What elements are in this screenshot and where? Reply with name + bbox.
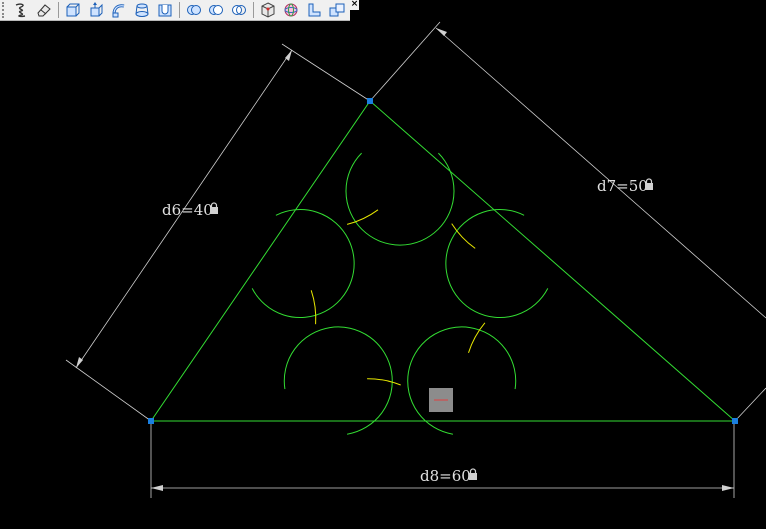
- shell-icon[interactable]: [155, 1, 175, 20]
- inner-arc[interactable]: [346, 209, 379, 225]
- triangle-outline[interactable]: [150, 100, 737, 422]
- d6-extension-line-2: [281, 43, 371, 102]
- d7-extension-line-2: [734, 387, 766, 422]
- dimension-d7[interactable]: [369, 21, 766, 422]
- sweep-icon[interactable]: [109, 1, 129, 20]
- d7-lock-icon: [645, 178, 653, 190]
- dimension-d8[interactable]: [150, 423, 735, 498]
- d6-extension-line-1: [65, 359, 152, 422]
- union-icon[interactable]: [184, 1, 204, 20]
- drawing-canvas[interactable]: d6=40 d7=50 d8=60: [0, 0, 766, 529]
- d6-lock-icon: [210, 202, 218, 214]
- d7-dimension-line: [435, 27, 766, 319]
- toolbar-close-button[interactable]: ×: [350, 0, 359, 10]
- grip-point-left[interactable]: [148, 418, 154, 424]
- cube-view-icon[interactable]: [258, 1, 278, 20]
- toolbar-separator: [57, 2, 59, 18]
- d6-label[interactable]: d6=40: [162, 201, 213, 219]
- d7-arrowhead-1: [436, 28, 447, 36]
- d8-arrowhead-1: [151, 485, 163, 491]
- d7-label[interactable]: d7=50: [597, 177, 648, 195]
- d8-arrowhead-2: [722, 485, 734, 491]
- eraser-icon[interactable]: [34, 1, 54, 20]
- toolbar-separator: [178, 2, 180, 18]
- spring-icon[interactable]: [11, 1, 31, 20]
- inner-arc[interactable]: [451, 223, 476, 249]
- grip-point-apex[interactable]: [367, 98, 373, 104]
- extrude-icon[interactable]: [63, 1, 83, 20]
- revolve-icon[interactable]: [86, 1, 106, 20]
- modeling-toolbar: [0, 0, 350, 21]
- inner-arc[interactable]: [367, 378, 401, 386]
- toolbar-separator: [253, 2, 255, 18]
- petal-arc[interactable]: [345, 152, 455, 246]
- loft-icon[interactable]: [132, 1, 152, 20]
- d8-lock-icon: [469, 468, 477, 480]
- flower-inner-arcs[interactable]: [310, 209, 486, 386]
- section-icon[interactable]: [304, 1, 324, 20]
- center-marker[interactable]: [429, 388, 453, 412]
- sphere-view-icon[interactable]: [281, 1, 301, 20]
- petal-arc[interactable]: [251, 209, 355, 319]
- assembly-icon[interactable]: [327, 1, 347, 20]
- grip-point-right[interactable]: [732, 418, 738, 424]
- inner-arc[interactable]: [310, 290, 317, 325]
- petal-arc[interactable]: [283, 326, 393, 435]
- petal-arc[interactable]: [407, 326, 517, 435]
- dimension-d6[interactable]: [65, 43, 371, 422]
- d8-label[interactable]: d8=60: [420, 467, 471, 485]
- d7-extension-line-1: [369, 21, 441, 102]
- subtract-icon[interactable]: [206, 1, 226, 20]
- intersect-icon[interactable]: [229, 1, 249, 20]
- toolbar-grip[interactable]: [2, 2, 8, 18]
- petal-arc[interactable]: [445, 209, 549, 319]
- flower-petals[interactable]: [251, 152, 549, 435]
